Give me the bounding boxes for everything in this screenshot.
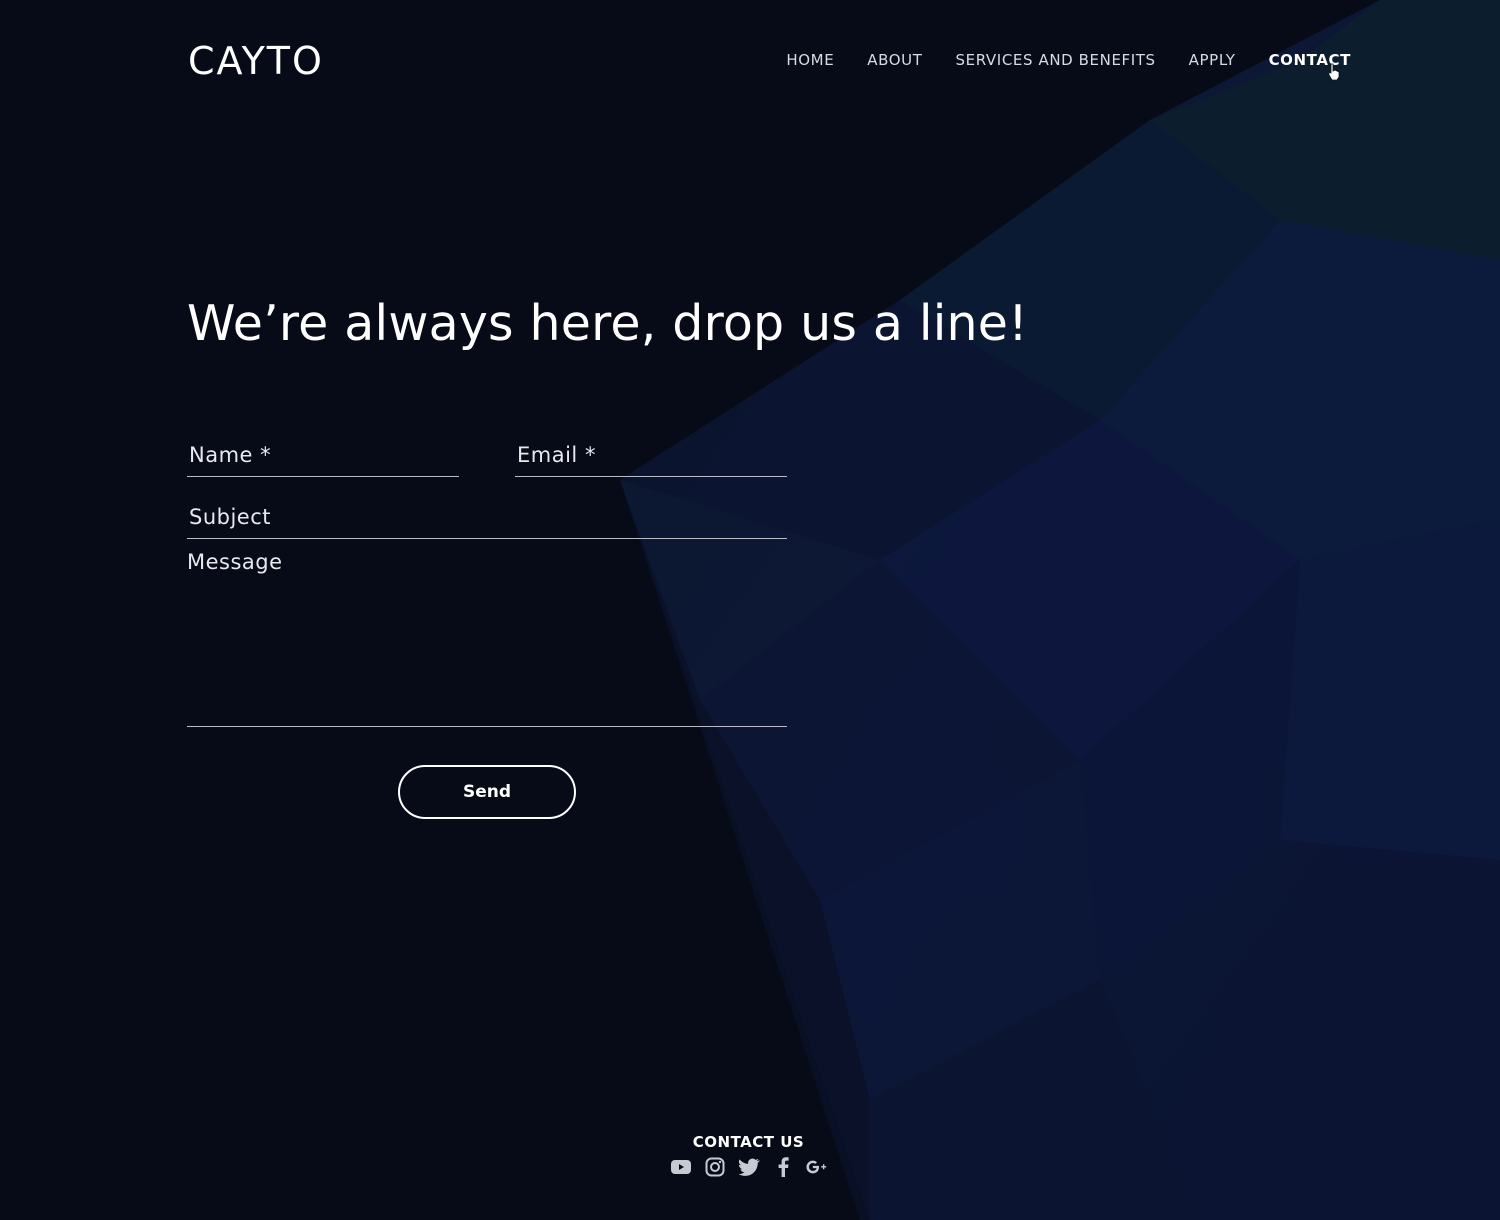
- page-headline: We’re always here, drop us a line!: [187, 295, 1028, 352]
- nav-item-services-and-benefits[interactable]: SERVICES AND BENEFITS: [956, 50, 1156, 70]
- brand-logo[interactable]: CAYTO: [188, 38, 324, 84]
- footer-title: CONTACT US: [692, 1133, 805, 1151]
- facebook-icon[interactable]: [772, 1156, 794, 1178]
- email-field[interactable]: Email *: [515, 436, 787, 477]
- nav-item-about[interactable]: ABOUT: [867, 50, 922, 70]
- main-nav: HOME ABOUT SERVICES AND BENEFITS APPLY C…: [786, 50, 1351, 70]
- send-button[interactable]: Send: [398, 765, 576, 819]
- nav-item-apply[interactable]: APPLY: [1189, 50, 1236, 70]
- hand-cursor-icon: [1328, 63, 1340, 81]
- email-field-label: Email *: [517, 443, 596, 467]
- instagram-icon[interactable]: [704, 1156, 726, 1178]
- footer: CONTACT US: [0, 1131, 1500, 1178]
- subject-field-label: Subject: [189, 505, 272, 529]
- google-plus-icon[interactable]: [805, 1156, 828, 1178]
- message-field-label: Message: [187, 550, 283, 574]
- nav-item-home[interactable]: HOME: [786, 50, 834, 70]
- social-links: [0, 1156, 1500, 1178]
- name-field[interactable]: Name *: [187, 436, 459, 477]
- twitter-icon[interactable]: [738, 1156, 760, 1178]
- message-field[interactable]: Message: [187, 546, 787, 727]
- youtube-icon[interactable]: [670, 1156, 692, 1178]
- subject-field[interactable]: Subject: [187, 498, 787, 539]
- name-field-label: Name *: [189, 443, 272, 467]
